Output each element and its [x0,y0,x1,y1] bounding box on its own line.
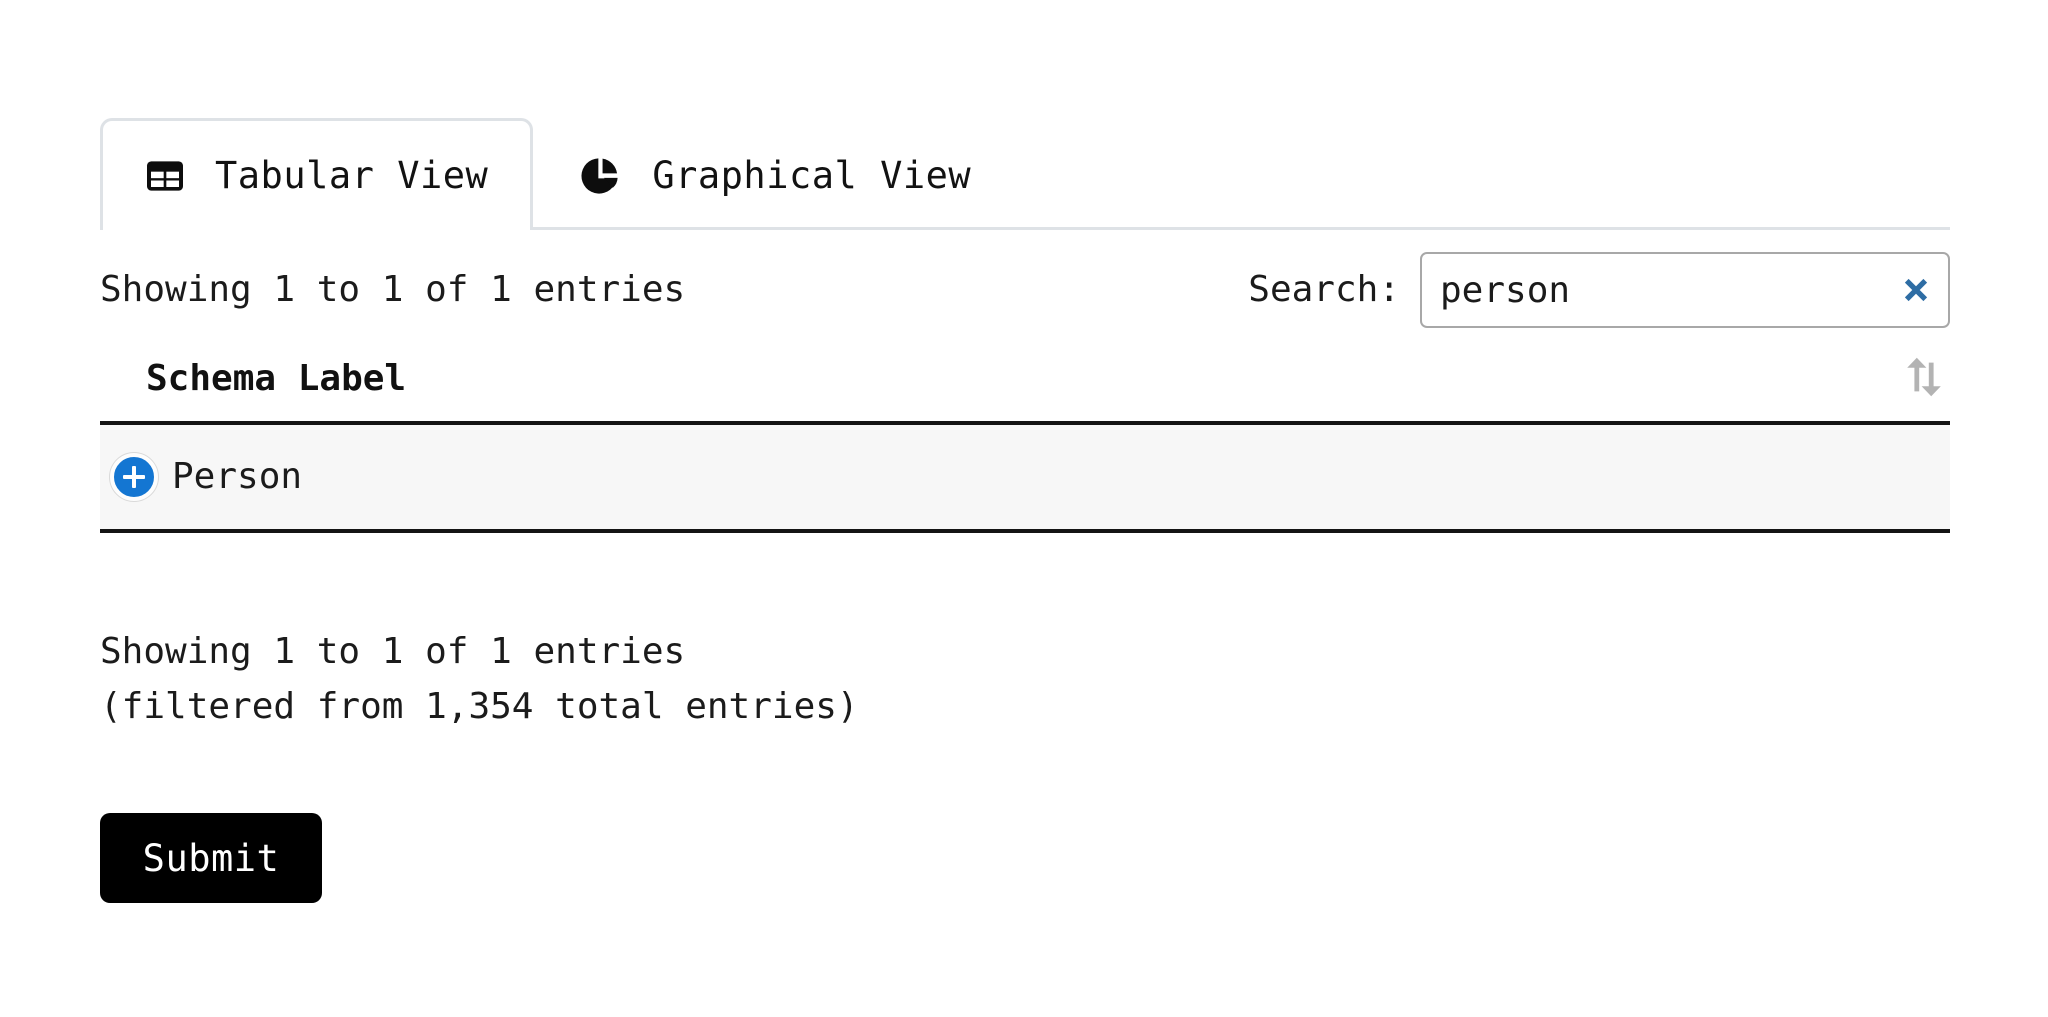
table-row[interactable]: Person [100,423,1950,533]
row-schema-label: Person [172,456,303,497]
plus-circle-icon[interactable] [110,453,158,501]
tab-tabular-view[interactable]: Tabular View [100,118,534,230]
search-label: Search: [1248,269,1400,310]
tab-graphical-view[interactable]: Graphical View [533,118,1016,230]
column-header-schema-label-text: Schema Label [146,358,407,399]
page-root: Tabular View Graphical View Showing 1 to… [0,0,2048,1017]
close-x-icon[interactable] [1898,272,1934,308]
tab-graphical-view-label: Graphical View [652,154,972,197]
table-grid-icon [145,156,185,196]
showing-entries-top: Showing 1 to 1 of 1 entries [100,269,686,310]
tab-tabular-view-label: Tabular View [215,154,489,197]
table-cell-schema-label: Person [100,423,1950,533]
table-footer-info: Showing 1 to 1 of 1 entries (filtered fr… [100,625,859,734]
table-body: Person [100,423,1950,533]
search-input[interactable] [1422,254,1948,326]
table-head: Schema Label [100,350,1950,425]
search-box[interactable] [1420,252,1950,328]
sort-updown-icon[interactable] [1900,353,1948,401]
table-header-row: Schema Label [100,350,1950,425]
filtered-entries-note: (filtered from 1,354 total entries) [100,685,859,727]
column-header-schema-label[interactable]: Schema Label [100,350,1950,425]
pie-chart-icon [578,154,622,198]
showing-entries-bottom: Showing 1 to 1 of 1 entries [100,631,686,672]
view-tab-bar: Tabular View Graphical View [100,118,1950,230]
submit-button[interactable]: Submit [100,813,322,903]
table-controls-row: Showing 1 to 1 of 1 entries Search: [100,252,1950,332]
search-control: Search: [1248,252,1950,328]
schema-table: Schema Label Person [100,350,1950,533]
